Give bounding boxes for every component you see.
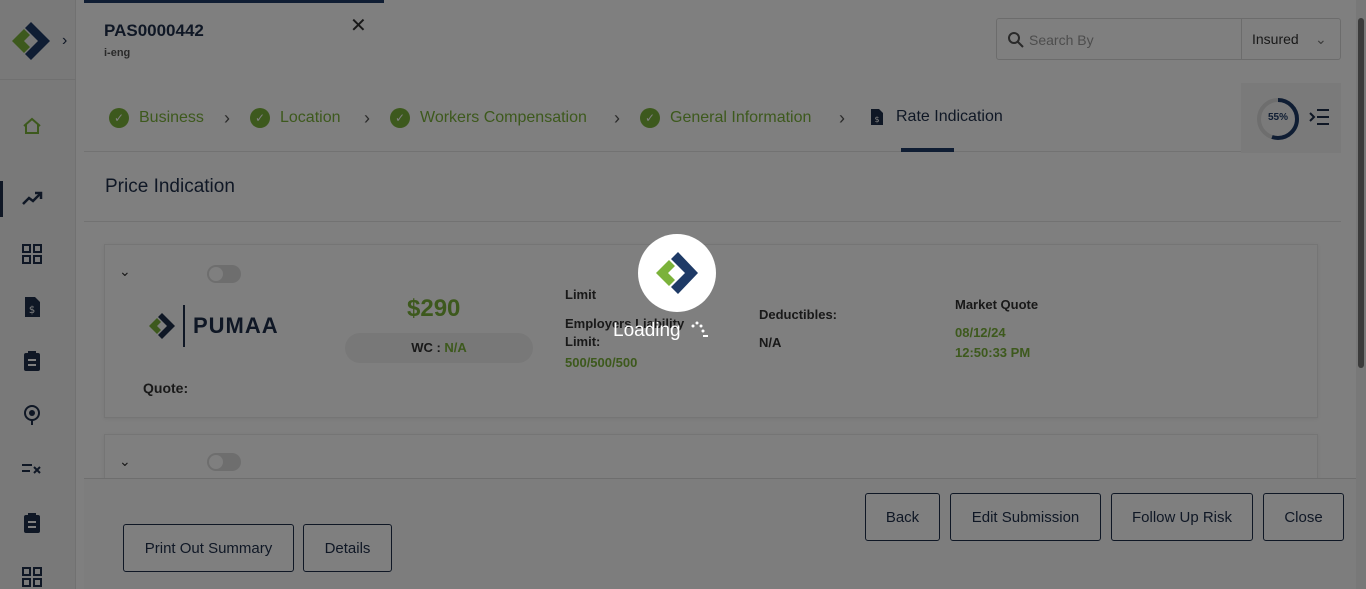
- spinner-icon: [691, 321, 708, 337]
- brand-logo-icon: [656, 252, 698, 294]
- loading-text: Loading: [613, 320, 681, 341]
- loading-overlay: Loading: [0, 0, 1366, 589]
- loader-badge: [638, 234, 716, 312]
